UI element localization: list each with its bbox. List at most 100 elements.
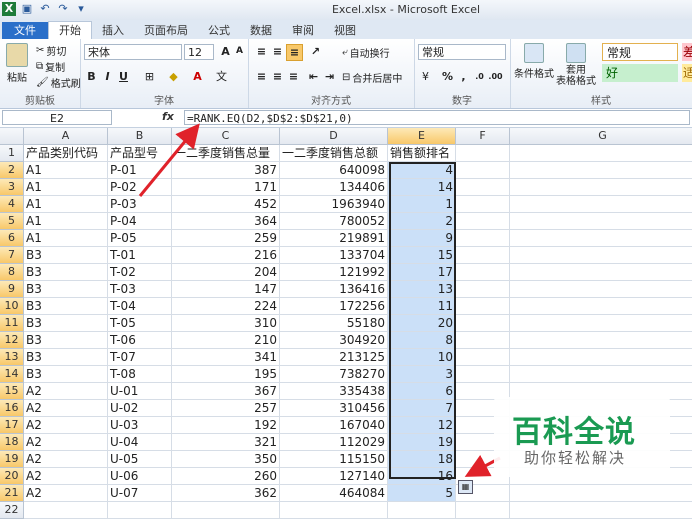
table-cell[interactable]: 321 [172, 434, 280, 451]
table-cell[interactable]: 127140 [280, 468, 388, 485]
table-cell[interactable]: 341 [172, 349, 280, 366]
table-cell[interactable]: A2 [24, 400, 108, 417]
header-cell[interactable]: 产品类别代码 [24, 145, 108, 162]
table-cell[interactable]: T-05 [108, 315, 172, 332]
align-center-icon[interactable]: ≡ [270, 69, 285, 84]
table-cell[interactable]: A1 [24, 230, 108, 247]
tab-home[interactable]: 开始 [48, 21, 92, 39]
table-cell[interactable]: 260 [172, 468, 280, 485]
table-cell[interactable]: B3 [24, 332, 108, 349]
empty-cell[interactable] [510, 298, 692, 315]
style-bad[interactable]: 差 [682, 43, 692, 61]
table-cell[interactable]: T-08 [108, 366, 172, 383]
align-top-icon[interactable]: ≡ [254, 44, 269, 59]
table-cell[interactable]: B3 [24, 349, 108, 366]
table-cell[interactable]: 147 [172, 281, 280, 298]
wrap-text-button[interactable]: ⤶ 自动换行 [342, 45, 390, 60]
table-cell[interactable]: T-07 [108, 349, 172, 366]
table-cell[interactable]: 19 [388, 434, 456, 451]
formula-input[interactable]: =RANK.EQ(D2,$D$2:$D$21,0) [184, 110, 690, 125]
empty-cell[interactable] [510, 196, 692, 213]
empty-cell[interactable] [510, 485, 692, 502]
table-cell[interactable]: 210 [172, 332, 280, 349]
table-cell[interactable]: 4 [388, 162, 456, 179]
row-header[interactable]: 21 [0, 485, 24, 502]
table-cell[interactable]: B3 [24, 366, 108, 383]
row-header[interactable]: 22 [0, 502, 24, 519]
empty-cell[interactable] [456, 230, 510, 247]
empty-cell[interactable] [510, 332, 692, 349]
decrease-indent-icon[interactable]: ⇤ [306, 69, 321, 84]
table-cell[interactable]: A2 [24, 468, 108, 485]
table-cell[interactable]: 17 [388, 264, 456, 281]
table-cell[interactable]: 335438 [280, 383, 388, 400]
grow-font-icon[interactable]: A [218, 44, 233, 59]
italic-button[interactable]: I [100, 69, 115, 84]
table-cell[interactable]: A2 [24, 434, 108, 451]
table-cell[interactable]: 18 [388, 451, 456, 468]
row-header[interactable]: 5 [0, 213, 24, 230]
table-cell[interactable]: 3 [388, 366, 456, 383]
table-cell[interactable]: P-02 [108, 179, 172, 196]
table-cell[interactable]: 2 [388, 213, 456, 230]
table-cell[interactable]: 350 [172, 451, 280, 468]
row-header[interactable]: 7 [0, 247, 24, 264]
table-cell[interactable]: 362 [172, 485, 280, 502]
col-header-f[interactable]: F [456, 128, 510, 145]
empty-cell[interactable] [388, 502, 456, 519]
table-cell[interactable]: 364 [172, 213, 280, 230]
table-cell[interactable]: P-03 [108, 196, 172, 213]
tab-view[interactable]: 视图 [324, 22, 366, 39]
table-cell[interactable]: A1 [24, 162, 108, 179]
table-cell[interactable]: 112029 [280, 434, 388, 451]
table-cell[interactable]: 257 [172, 400, 280, 417]
table-cell[interactable]: U-07 [108, 485, 172, 502]
row-header[interactable]: 1 [0, 145, 24, 162]
table-cell[interactable]: B3 [24, 315, 108, 332]
row-header[interactable]: 12 [0, 332, 24, 349]
header-cell[interactable]: 产品型号 [108, 145, 172, 162]
table-cell[interactable]: T-03 [108, 281, 172, 298]
table-cell[interactable]: U-02 [108, 400, 172, 417]
format-as-table-button[interactable]: 套用 表格格式 [556, 43, 596, 87]
table-cell[interactable]: 310456 [280, 400, 388, 417]
style-good[interactable]: 好 [602, 64, 678, 82]
table-cell[interactable]: B3 [24, 264, 108, 281]
table-cell[interactable]: 136416 [280, 281, 388, 298]
table-cell[interactable]: T-01 [108, 247, 172, 264]
row-header[interactable]: 4 [0, 196, 24, 213]
row-header[interactable]: 6 [0, 230, 24, 247]
table-cell[interactable]: 780052 [280, 213, 388, 230]
increase-decimal-icon[interactable]: .0 [472, 69, 487, 84]
table-cell[interactable]: 55180 [280, 315, 388, 332]
table-cell[interactable]: 387 [172, 162, 280, 179]
table-cell[interactable]: P-04 [108, 213, 172, 230]
align-right-icon[interactable]: ≡ [286, 69, 301, 84]
table-cell[interactable]: A2 [24, 383, 108, 400]
table-cell[interactable]: P-05 [108, 230, 172, 247]
increase-indent-icon[interactable]: ⇥ [322, 69, 337, 84]
empty-cell[interactable] [510, 502, 692, 519]
table-cell[interactable]: 115150 [280, 451, 388, 468]
table-cell[interactable]: 1 [388, 196, 456, 213]
empty-cell[interactable] [172, 502, 280, 519]
table-cell[interactable]: 133704 [280, 247, 388, 264]
tab-formulas[interactable]: 公式 [198, 22, 240, 39]
row-header[interactable]: 10 [0, 298, 24, 315]
empty-cell[interactable] [510, 366, 692, 383]
empty-cell[interactable] [510, 315, 692, 332]
table-cell[interactable]: 367 [172, 383, 280, 400]
empty-cell[interactable] [456, 281, 510, 298]
table-cell[interactable]: 304920 [280, 332, 388, 349]
table-cell[interactable]: 464084 [280, 485, 388, 502]
table-cell[interactable]: A1 [24, 196, 108, 213]
table-cell[interactable]: A2 [24, 485, 108, 502]
empty-cell[interactable] [280, 502, 388, 519]
align-left-icon[interactable]: ≡ [254, 69, 269, 84]
underline-button[interactable]: U [116, 69, 131, 84]
paste-options-icon[interactable]: ▦ [458, 480, 473, 494]
font-color-icon[interactable]: A [190, 69, 205, 84]
table-cell[interactable]: 216 [172, 247, 280, 264]
row-header[interactable]: 11 [0, 315, 24, 332]
empty-cell[interactable] [456, 179, 510, 196]
